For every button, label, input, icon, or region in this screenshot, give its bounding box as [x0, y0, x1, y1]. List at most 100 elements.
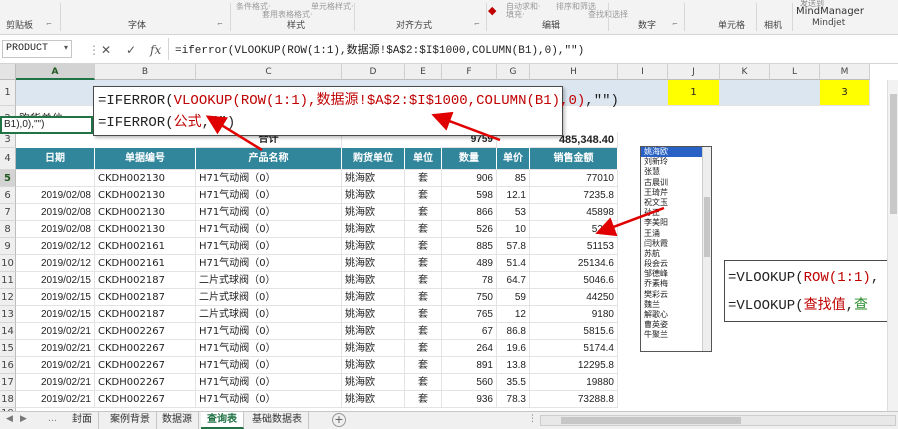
table-cell[interactable]: H71气动阀（0）	[196, 357, 342, 374]
row-header[interactable]: 11	[0, 272, 16, 289]
table-cell[interactable]: 67	[442, 323, 497, 340]
tab-query-table[interactable]: 查询表	[201, 412, 244, 429]
font-launcher-icon[interactable]: ⌐	[217, 20, 223, 28]
table-cell[interactable]: 套	[405, 323, 442, 340]
table-cell[interactable]: CKDH002161	[95, 238, 196, 255]
column-header[interactable]: E	[405, 64, 442, 80]
dropdown-option[interactable]: 张慧	[641, 167, 711, 177]
table-cell[interactable]: 套	[405, 221, 442, 238]
table-cell[interactable]: 51.4	[497, 255, 530, 272]
chevron-down-icon[interactable]: ▾	[64, 43, 68, 53]
row-header[interactable]: 3	[0, 132, 16, 148]
table-cell[interactable]: 891	[442, 357, 497, 374]
row-header[interactable]: 16	[0, 357, 16, 374]
table-cell[interactable]: 2019/02/21	[16, 374, 95, 391]
table-cell[interactable]: CKDH002130	[95, 187, 196, 204]
table-cell[interactable]: 73288.8	[530, 391, 618, 408]
table-cell[interactable]: 64.7	[497, 272, 530, 289]
dropdown-option[interactable]: 古晨训	[641, 178, 711, 188]
row-header[interactable]: 1	[0, 80, 16, 106]
table-header[interactable]: 日期	[16, 148, 95, 170]
table-cell[interactable]: 885	[442, 238, 497, 255]
dropdown-option[interactable]: 曹英姿	[641, 320, 711, 330]
dropdown-option[interactable]: 王琦芹	[641, 188, 711, 198]
table-cell[interactable]: 5260	[530, 221, 618, 238]
table-cell[interactable]: 姚海欧	[342, 340, 405, 357]
row-header[interactable]: 17	[0, 374, 16, 391]
table-cell[interactable]: 5815.6	[530, 323, 618, 340]
table-cell[interactable]: 2019/02/08	[16, 221, 95, 238]
dropdown-option[interactable]: 王涌	[641, 229, 711, 239]
table-cell[interactable]: 姚海欧	[342, 255, 405, 272]
table-cell[interactable]: 44250	[530, 289, 618, 306]
table-cell[interactable]: 套	[405, 255, 442, 272]
table-header[interactable]: 产品名称	[196, 148, 342, 170]
table-cell[interactable]: CKDH002161	[95, 255, 196, 272]
table-cell[interactable]: 2019/02/21	[16, 357, 95, 374]
table-cell[interactable]: 906	[442, 170, 497, 187]
table-cell[interactable]: H71气动阀（0）	[196, 255, 342, 272]
table-cell[interactable]: 19.6	[497, 340, 530, 357]
tab-base-data[interactable]: 基础数据表	[246, 412, 309, 429]
eraser-icon[interactable]: ◆	[488, 4, 496, 17]
row-header[interactable]: 7	[0, 204, 16, 221]
row-header[interactable]: 9	[0, 238, 16, 255]
table-cell[interactable]: 套	[405, 340, 442, 357]
table-cell[interactable]: CKDH002267	[95, 374, 196, 391]
row-header[interactable]: 6	[0, 187, 16, 204]
tab-data-source[interactable]: 数据源	[156, 412, 199, 429]
table-cell[interactable]: 19880	[530, 374, 618, 391]
dropdown-option[interactable]: 刘新玲	[641, 157, 711, 167]
table-cell[interactable]: 2019/02/12	[16, 255, 95, 272]
table-cell[interactable]: 7235.8	[530, 187, 618, 204]
table-cell[interactable]: 12	[497, 306, 530, 323]
ribbon-faded-label[interactable]: 填充·	[506, 9, 525, 20]
alignment-launcher-icon[interactable]: ⌐	[474, 20, 480, 28]
table-cell[interactable]: 59	[497, 289, 530, 306]
column-header[interactable]: K	[720, 64, 770, 80]
dropdown-option[interactable]: 邹德峰	[641, 269, 711, 279]
table-cell[interactable]: 套	[405, 374, 442, 391]
table-cell[interactable]: 78.3	[497, 391, 530, 408]
table-cell[interactable]: 765	[442, 306, 497, 323]
cell-j1[interactable]: 1	[668, 80, 720, 106]
row-header[interactable]: 12	[0, 289, 16, 306]
table-cell[interactable]: 套	[405, 170, 442, 187]
table-cell[interactable]: CKDH002187	[95, 289, 196, 306]
table-cell[interactable]: 750	[442, 289, 497, 306]
buyer-dropdown-list[interactable]: 姚海欧 刘新玲 张慧 古晨训 王琦芹 祝文玉 孙正 李美阳 王涌 闫秋霞 苏航 段会云 邹德峰 乔素梅 樊彩…	[640, 146, 712, 352]
column-header[interactable]: M	[820, 64, 870, 80]
table-cell[interactable]: 12.1	[497, 187, 530, 204]
table-cell[interactable]: H71气动阀（0）	[196, 221, 342, 238]
table-cell[interactable]: CKDH002187	[95, 306, 196, 323]
dropdown-option[interactable]: 孙正	[641, 208, 711, 218]
row-header[interactable]: 14	[0, 323, 16, 340]
table-cell[interactable]: 姚海欧	[342, 204, 405, 221]
table-cell[interactable]: H71气动阀（0）	[196, 323, 342, 340]
tab-more-icon[interactable]: …	[48, 414, 57, 424]
select-all-corner[interactable]	[0, 64, 16, 80]
table-cell[interactable]: 57.8	[497, 238, 530, 255]
number-launcher-icon[interactable]: ⌐	[672, 20, 678, 28]
table-cell[interactable]: 560	[442, 374, 497, 391]
table-cell[interactable]: 78	[442, 272, 497, 289]
table-cell[interactable]: 2019/02/12	[16, 238, 95, 255]
table-cell[interactable]: CKDH002267	[95, 391, 196, 408]
active-cell-editor[interactable]: B1),0),"")	[0, 116, 93, 134]
table-cell[interactable]: 姚海欧	[342, 374, 405, 391]
table-header[interactable]: 购货单位	[342, 148, 405, 170]
dropdown-option[interactable]: 祝文玉	[641, 198, 711, 208]
clipboard-launcher-icon[interactable]: ⌐	[46, 20, 52, 28]
mindmanager-button[interactable]: MindManager	[796, 6, 864, 17]
table-cell[interactable]: 53	[497, 204, 530, 221]
row-header[interactable]: 13	[0, 306, 16, 323]
table-cell[interactable]: 套	[405, 357, 442, 374]
column-header[interactable]: B	[95, 64, 196, 80]
vertical-scrollbar[interactable]	[887, 80, 898, 411]
table-cell[interactable]: 二片式球阀（0）	[196, 289, 342, 306]
table-cell[interactable]: 35.5	[497, 374, 530, 391]
table-cell[interactable]: H71气动阀（0）	[196, 170, 342, 187]
dropdown-option[interactable]: 魏兰	[641, 300, 711, 310]
table-cell[interactable]: 姚海欧	[342, 272, 405, 289]
table-cell[interactable]: 2019/02/21	[16, 323, 95, 340]
